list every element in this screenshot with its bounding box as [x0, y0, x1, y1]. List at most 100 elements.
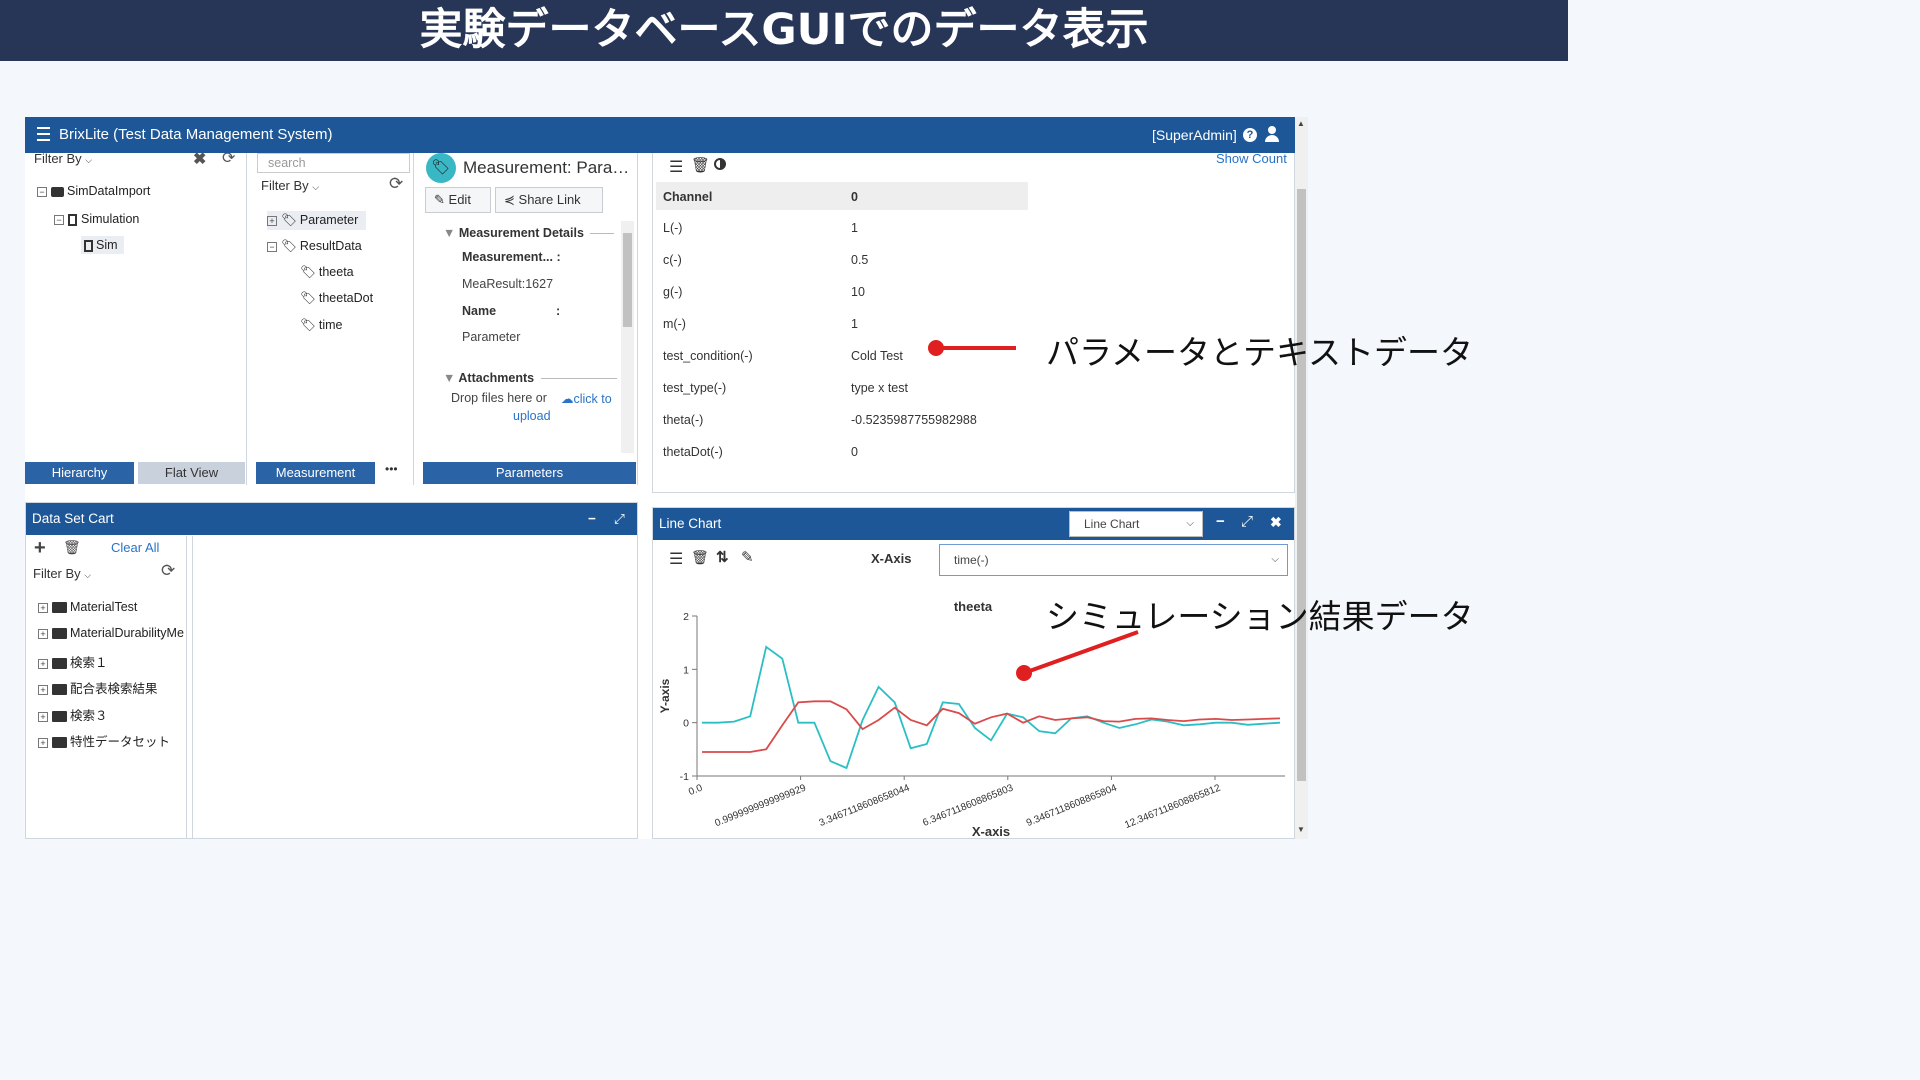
section-title: Attachments [458, 371, 535, 385]
param-label: thetaDot(-) [663, 445, 723, 459]
tab-flat-view[interactable]: Flat View [138, 462, 245, 484]
show-count-link[interactable]: Show Count [1216, 153, 1287, 166]
upload-link-2[interactable]: upload [513, 409, 551, 423]
close-icon[interactable]: ✖ [1270, 514, 1282, 531]
param-value: 0 [851, 445, 858, 459]
trash-icon[interactable]: 🗑 [691, 549, 709, 566]
scroll-down-icon[interactable]: ▼ [1297, 825, 1305, 834]
cart-item[interactable]: + MaterialDurabilityMe [38, 626, 184, 640]
measurement-label: Measurement... : [462, 250, 561, 264]
attachments-section[interactable]: ▼ Attachments [443, 371, 618, 385]
tree-node-theetadot[interactable]: 🏷 theetaDot [300, 291, 373, 306]
collapse-icon[interactable]: − [37, 186, 47, 197]
caret-down-icon: ▼ [443, 371, 456, 385]
param-label: theta(-) [663, 413, 704, 427]
share-link-button[interactable]: ⋞ Share Link [495, 187, 603, 213]
trash-icon[interactable]: 🗑 [691, 156, 710, 174]
tree-node-time[interactable]: 🏷 time [300, 318, 343, 333]
filter-by-dropdown[interactable]: Filter By ⌵ [261, 178, 319, 193]
help-icon[interactable]: ? [1243, 128, 1257, 142]
refresh-icon[interactable]: ⟳ [161, 561, 175, 581]
caret-down-icon: ▼ [443, 226, 456, 240]
minimize-icon[interactable]: − [1216, 513, 1225, 530]
contrast-icon[interactable] [714, 158, 726, 170]
user-icon[interactable] [1265, 126, 1279, 142]
param-value: 1 [851, 317, 858, 331]
channel-header-label: Channel [663, 190, 713, 204]
param-value: 1 [851, 221, 858, 235]
filter-by-dropdown[interactable]: Filter By ⌵ [34, 153, 92, 166]
scroll-up-icon[interactable]: ▲ [1297, 119, 1305, 128]
collapse-icon[interactable]: − [267, 241, 277, 252]
cart-item[interactable]: + 検索１ [38, 652, 108, 671]
edit-button[interactable]: ✎ Edit [425, 187, 491, 213]
param-label: m(-) [663, 317, 686, 331]
more-options-icon[interactable]: ••• [385, 462, 398, 476]
param-label: c(-) [663, 253, 682, 267]
refresh-icon[interactable]: ⟳ [222, 153, 235, 168]
briefcase-icon [51, 186, 64, 197]
trash-icon[interactable]: 🗑 [63, 539, 81, 556]
tree-node-sim[interactable]: Sim [81, 236, 124, 254]
tree-node-theeta[interactable]: 🏷 theeta [300, 265, 354, 280]
list-icon[interactable]: ☰ [669, 157, 683, 177]
tab-parameters[interactable]: Parameters [423, 462, 636, 484]
tree-node-simulation[interactable]: − Simulation [54, 212, 139, 226]
filter-by-dropdown[interactable]: Filter By ⌵ [33, 566, 91, 581]
expand-icon[interactable]: + [38, 711, 48, 722]
tab-measurement[interactable]: Measurement [256, 462, 375, 484]
clear-all-link[interactable]: Clear All [111, 540, 159, 555]
tab-hierarchy[interactable]: Hierarchy [25, 462, 134, 484]
expand-icon[interactable]: + [38, 684, 48, 695]
details-scrollbar[interactable] [621, 221, 634, 453]
folder-icon [52, 684, 67, 696]
cart-item[interactable]: + MaterialTest [38, 600, 137, 614]
cart-item[interactable]: + 検索３ [38, 705, 108, 724]
pencil-icon[interactable]: ✎ [741, 548, 754, 566]
sort-icon[interactable]: ⇅ [716, 548, 729, 566]
share-label: Share Link [518, 192, 581, 207]
tree-node-resultdata[interactable]: − 🏷 ResultData [267, 239, 362, 254]
expand-icon[interactable]: + [38, 737, 48, 748]
search-input[interactable]: search [257, 153, 410, 173]
cart-item[interactable]: + 配合表検索結果 [38, 678, 158, 697]
measurement-details-section[interactable]: ▼ Measurement Details [443, 226, 618, 240]
collapse-icon[interactable]: − [54, 214, 64, 225]
tree-label: SimDataImport [67, 184, 151, 198]
tags-icon: 🏷 [281, 213, 297, 227]
hamburger-menu-icon[interactable] [37, 127, 50, 141]
measurement-tree-panel: search Filter By ⌵ ⟳ + 🏷 Parameter − 🏷 Resul… [254, 153, 414, 485]
user-role-label[interactable]: [SuperAdmin] [1152, 127, 1237, 143]
minimize-icon[interactable]: − [588, 503, 596, 535]
cart-item-label: 検索３ [70, 709, 108, 723]
tree-node-simdataimport[interactable]: − SimDataImport [37, 184, 150, 198]
data-set-cart-panel: Data Set Cart − ⤢ + 🗑 Clear All Filter B… [25, 502, 638, 839]
y-tick-label: 2 [683, 611, 689, 623]
chart-title: theeta [954, 599, 993, 614]
main-scrollbar[interactable]: ▲ ▼ [1295, 117, 1308, 839]
expand-icon[interactable]: ⤢ [1241, 513, 1253, 530]
close-icon[interactable]: ✖ [193, 153, 206, 169]
filter-by-label: Filter By [33, 566, 81, 581]
expand-icon[interactable]: ⤢ [614, 503, 625, 535]
tree-node-parameter[interactable]: + 🏷 Parameter [267, 211, 367, 230]
x-axis-title: X-axis [972, 824, 1010, 839]
edit-icon: ✎ [434, 192, 445, 207]
cart-item[interactable]: + 特性データセット [38, 731, 170, 750]
expand-icon[interactable]: + [38, 602, 48, 613]
expand-icon[interactable]: + [38, 628, 48, 639]
x-axis-select[interactable]: time(-) ⌵ [939, 544, 1288, 576]
annotation-results-text: シミュレーション結果データ [1046, 597, 1474, 636]
param-label: test_condition(-) [663, 349, 753, 363]
param-value: type x test [851, 381, 908, 395]
upload-link[interactable]: ☁click to [561, 391, 612, 406]
expand-icon[interactable]: + [267, 215, 277, 226]
refresh-icon[interactable]: ⟳ [389, 174, 403, 194]
add-icon[interactable]: + [34, 537, 46, 560]
list-icon[interactable]: ☰ [669, 549, 683, 569]
y-tick-label: -1 [680, 771, 689, 783]
tags-icon: 🏷 [281, 239, 297, 253]
edit-label: Edit [448, 192, 471, 207]
chart-type-select[interactable]: Line Chart ⌵ [1069, 511, 1203, 537]
expand-icon[interactable]: + [38, 658, 48, 669]
